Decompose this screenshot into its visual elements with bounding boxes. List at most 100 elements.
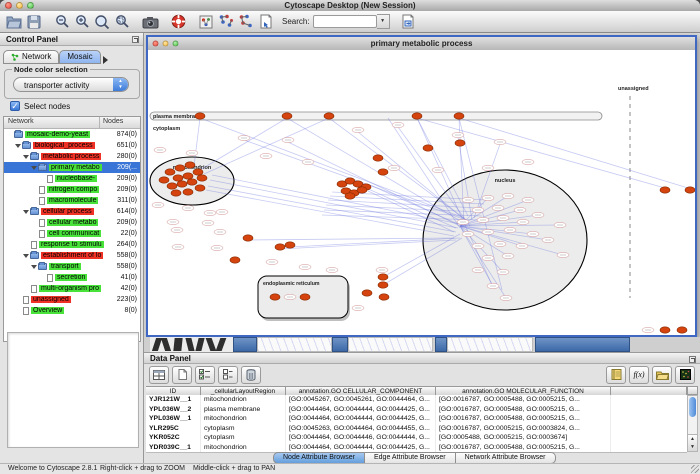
network-node-selected[interactable] (345, 193, 355, 199)
tab-scroll-right-icon[interactable] (103, 56, 108, 64)
network-node-selected[interactable] (193, 169, 203, 175)
tree-row-transport[interactable]: transport558(0) (4, 261, 140, 272)
network-node-selected[interactable] (454, 113, 464, 119)
tree-row-nitrogen-compo[interactable]: nitrogen compo209(0) (4, 184, 140, 195)
region-nucleus[interactable] (423, 170, 587, 310)
node-color-dropdown[interactable]: transporter activity ▲▼ (13, 77, 129, 92)
expand-arrow-icon[interactable] (15, 144, 21, 148)
network-node-selected[interactable] (197, 175, 207, 181)
network-node-selected[interactable] (282, 113, 292, 119)
network-node-selected[interactable] (285, 242, 295, 248)
scrollbar-arrows[interactable]: ▲▼ (688, 434, 697, 451)
attribute-table-icon[interactable] (149, 366, 169, 384)
network-node-selected[interactable] (378, 282, 388, 288)
network-node-selected[interactable] (175, 165, 185, 171)
region-plasma-membrane[interactable] (150, 112, 602, 120)
network-node-selected[interactable] (379, 294, 389, 300)
snapshot-camera-icon[interactable] (140, 13, 160, 31)
tree-row-metabolic-process[interactable]: metabolic process280(0) (4, 151, 140, 162)
zoom-selected-icon[interactable] (112, 13, 132, 31)
network-node-selected[interactable] (357, 187, 367, 193)
table-row-YDR039C__1[interactable]: YDR039C__1mitochondrion[GO:0044464, GO:0… (146, 443, 687, 453)
attribute-matrix-icon[interactable] (675, 366, 695, 384)
new-attribute-icon[interactable] (172, 366, 192, 384)
tree-row-macromolecule[interactable]: macromolecule311(0) (4, 195, 140, 206)
network-view-frame[interactable]: primary metabolic process plasma membran… (146, 35, 697, 337)
birds-eye-view[interactable] (7, 332, 139, 448)
merge-networks-icon[interactable] (216, 13, 236, 31)
delete-attribute-icon[interactable] (241, 366, 261, 384)
expand-arrow-icon[interactable] (23, 254, 29, 258)
network-node-selected[interactable] (230, 257, 240, 263)
tree-row-establishment-of-lo[interactable]: establishment of lo558(0) (4, 250, 140, 261)
tree-row-mosaic-demo-yeast[interactable]: mosaic-demo-yeast874(0) (4, 129, 140, 140)
import-icon[interactable] (398, 13, 418, 31)
network-node-selected[interactable] (195, 113, 205, 119)
expand-arrow-icon[interactable] (23, 210, 29, 214)
network-node-selected[interactable] (183, 189, 193, 195)
tab-network[interactable]: Network (3, 50, 59, 64)
network-canvas[interactable]: plasma membranecytoplasmmitochondrionnuc… (148, 50, 695, 335)
tree-row-multi-organism-pro[interactable]: multi-organism pro42(0) (4, 283, 140, 294)
open-file-icon[interactable] (4, 13, 24, 31)
table-row-YPL036W__1[interactable]: YPL036W__1mitochondrion[GO:0044464, GO:0… (146, 414, 687, 424)
merge-networks-alt-icon[interactable] (236, 13, 256, 31)
tree-row-overview[interactable]: Overview8(0) (4, 305, 140, 316)
tree-row-response-to-stimulu[interactable]: response to stimulu264(0) (4, 239, 140, 250)
tree-row-primary-metabo[interactable]: primary metabo209(... (4, 162, 140, 173)
network-node-selected[interactable] (362, 290, 372, 296)
table-row-YKR052C[interactable]: YKR052Ccytoplasm[GO:0044464, GO:0044446,… (146, 433, 687, 443)
network-node-selected[interactable] (187, 179, 197, 185)
float-panel-icon[interactable] (132, 36, 139, 43)
column-header-cellular-component[interactable]: annotation.GO CELLULAR_COMPONENT (286, 386, 436, 395)
function-builder-icon[interactable]: f(x) (629, 366, 649, 384)
network-node-selected[interactable] (455, 140, 465, 146)
float-panel-icon[interactable] (689, 356, 696, 363)
expand-arrow-icon[interactable] (31, 166, 37, 170)
zoom-out-icon[interactable] (52, 13, 72, 31)
network-node-selected[interactable] (173, 175, 183, 181)
network-node-selected[interactable] (165, 169, 175, 175)
scrollbar-thumb[interactable] (689, 397, 696, 417)
table-row-YJR121W__1[interactable]: YJR121W__1mitochondrion[GO:0045267, GO:0… (146, 395, 687, 405)
save-session-icon[interactable] (24, 13, 44, 31)
network-node-selected[interactable] (243, 235, 253, 241)
annotation-icon[interactable] (196, 13, 216, 31)
tree-row-unassigned[interactable]: unassigned223(0) (4, 294, 140, 305)
network-node-selected[interactable] (177, 181, 187, 187)
export-icon[interactable] (256, 13, 276, 31)
tree-row-biological-process[interactable]: biological_process651(0) (4, 140, 140, 151)
network-node-selected[interactable] (275, 244, 285, 250)
network-node-selected[interactable] (378, 274, 388, 280)
tree-row-secretion[interactable]: secretion41(0) (4, 272, 140, 283)
search-dropdown-icon[interactable]: ▼ (377, 14, 390, 29)
tree-row-nucleobase-[interactable]: nucleobase-209(0) (4, 173, 140, 184)
network-node-selected[interactable] (677, 327, 687, 333)
expand-arrow-icon[interactable] (23, 155, 29, 159)
network-node-selected[interactable] (378, 169, 388, 175)
network-node-selected[interactable] (373, 155, 383, 161)
expand-arrow-icon[interactable] (31, 265, 37, 269)
network-node-selected[interactable] (270, 294, 280, 300)
network-node-selected[interactable] (324, 113, 334, 119)
resize-grip[interactable] (691, 465, 699, 473)
zoom-fit-icon[interactable] (92, 13, 112, 31)
column-header-region[interactable]: _cellularLayoutRegion (201, 386, 286, 395)
network-node-selected[interactable] (159, 177, 169, 183)
search-input[interactable] (313, 15, 377, 28)
column-header-molecular-function[interactable]: annotation.GO MOLECULAR_FUNCTION (436, 386, 611, 395)
zoom-in-icon[interactable] (72, 13, 92, 31)
tab-mosaic[interactable]: Mosaic (59, 50, 100, 64)
network-node-selected[interactable] (195, 185, 205, 191)
network-node-selected[interactable] (300, 294, 310, 300)
network-node-selected[interactable] (183, 173, 193, 179)
import-attributes-icon[interactable] (652, 366, 672, 384)
table-row-YPL036W__2[interactable]: YPL036W__2plasma membrane[GO:0044464, GO… (146, 405, 687, 415)
tree-row-cellular-process[interactable]: cellular process614(0) (4, 206, 140, 217)
column-header-id[interactable]: ID (146, 386, 201, 395)
select-nodes-checkbox[interactable]: ✓ (10, 101, 20, 111)
network-node-selected[interactable] (660, 327, 670, 333)
table-row-YLR295C[interactable]: YLR295Ccytoplasm[GO:0045263, GO:0044464,… (146, 424, 687, 434)
network-node-selected[interactable] (660, 187, 670, 193)
frame-titlebar[interactable]: primary metabolic process (148, 37, 695, 51)
